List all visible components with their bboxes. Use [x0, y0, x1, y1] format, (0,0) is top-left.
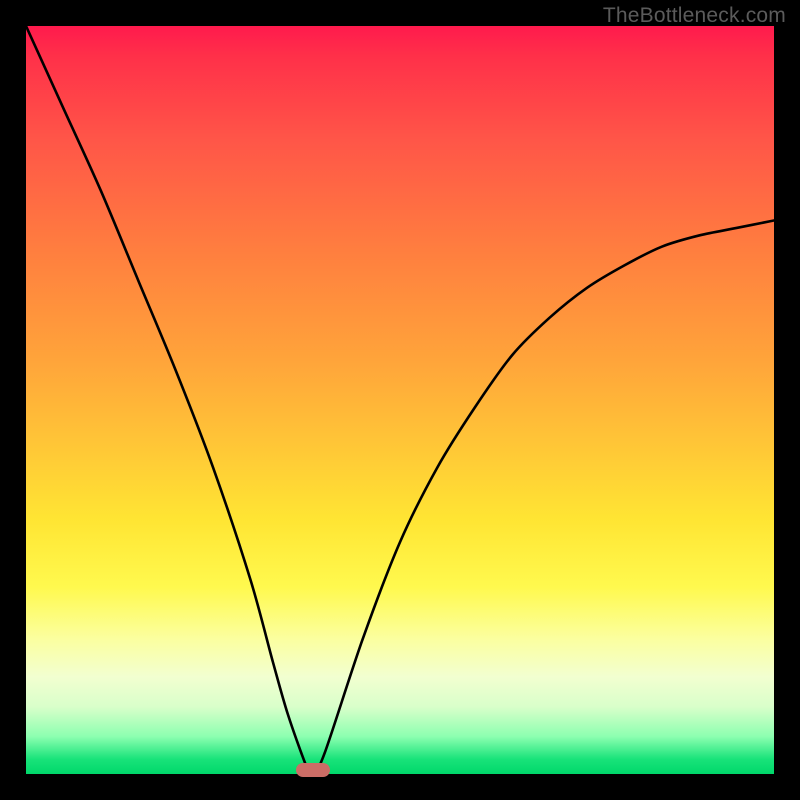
minimum-marker	[296, 763, 330, 777]
plot-area	[26, 26, 774, 774]
bottleneck-curve	[26, 26, 774, 774]
watermark-text: TheBottleneck.com	[603, 4, 786, 28]
chart-frame: TheBottleneck.com	[0, 0, 800, 800]
